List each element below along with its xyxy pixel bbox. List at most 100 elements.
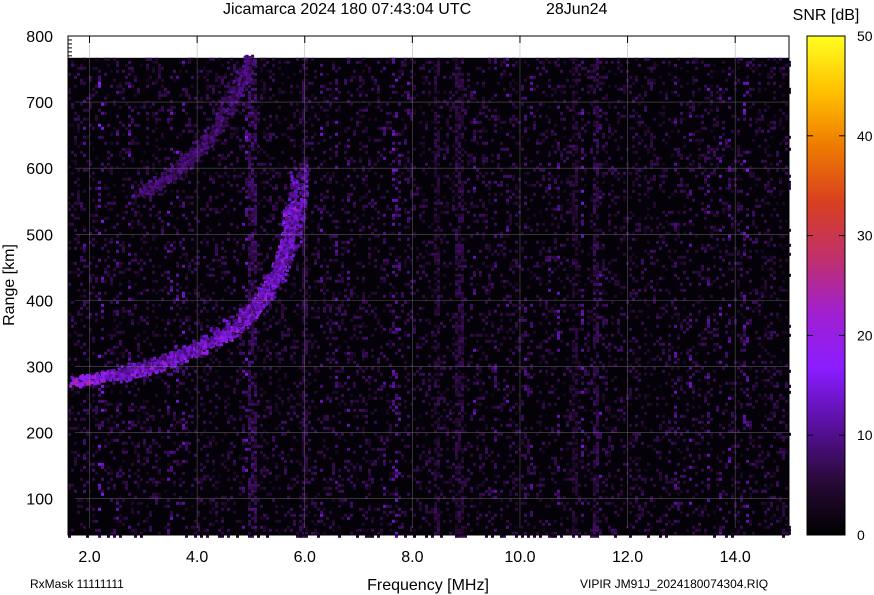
heatmap-cell <box>110 438 113 442</box>
heatmap-cell <box>446 264 449 268</box>
heatmap-cell <box>272 63 275 67</box>
heatmap-cell <box>83 246 86 250</box>
heatmap-cell <box>239 336 242 340</box>
heatmap-cell <box>248 360 251 364</box>
heatmap-cell <box>329 342 332 346</box>
heatmap-cell <box>392 129 395 133</box>
heatmap-cell <box>206 72 209 76</box>
heatmap-cell <box>230 132 233 136</box>
heatmap-cell <box>122 156 125 160</box>
heatmap-cell <box>254 198 257 202</box>
heatmap-cell <box>92 519 95 523</box>
heatmap-cell <box>431 456 434 460</box>
heatmap-cell <box>206 435 209 439</box>
heatmap-cell <box>383 213 386 217</box>
heatmap-cell <box>197 195 200 199</box>
heatmap-cell <box>374 420 377 424</box>
heatmap-cell <box>401 117 404 121</box>
heatmap-cell <box>269 213 272 217</box>
heatmap-cell <box>449 114 452 118</box>
heatmap-cell <box>311 306 314 310</box>
heatmap-cell <box>461 72 464 76</box>
heatmap-cell <box>215 381 218 385</box>
heatmap-cell <box>71 213 74 217</box>
heatmap-cell <box>245 102 248 106</box>
heatmap-cell <box>413 327 416 331</box>
heatmap-cell <box>326 72 329 76</box>
heatmap-cell <box>305 96 308 100</box>
heatmap-cell <box>458 264 461 268</box>
heatmap-cell <box>275 528 278 532</box>
heatmap-cell <box>437 354 440 358</box>
heatmap-cell <box>398 159 401 163</box>
heatmap-cell <box>434 339 437 343</box>
heatmap-cell <box>146 117 149 121</box>
heatmap-cell <box>455 261 458 265</box>
heatmap-cell <box>92 393 95 397</box>
heatmap-cell <box>341 207 344 211</box>
heatmap-cell <box>224 432 227 436</box>
heatmap-cell <box>230 162 233 166</box>
heatmap-cell <box>224 270 227 274</box>
heatmap-cell <box>143 456 146 460</box>
heatmap-cell <box>116 249 119 253</box>
heatmap-cell <box>431 423 434 427</box>
heatmap-cell <box>356 87 359 91</box>
heatmap-cell <box>260 66 263 70</box>
heatmap-cell <box>254 420 257 424</box>
heatmap-cell <box>74 489 77 493</box>
heatmap-cell <box>137 420 140 424</box>
heatmap-cell <box>428 393 431 397</box>
heatmap-cell <box>92 171 95 175</box>
heatmap-cell <box>359 120 362 124</box>
heatmap-cell <box>347 174 350 178</box>
heatmap-cell <box>434 309 437 313</box>
heatmap-cell <box>128 525 131 529</box>
heatmap-cell <box>275 510 278 514</box>
heatmap-cell <box>203 75 206 79</box>
heatmap-cell <box>257 330 260 334</box>
heatmap-cell <box>113 420 116 424</box>
heatmap-cell <box>134 135 137 139</box>
heatmap-cell <box>455 57 458 61</box>
heatmap-cell <box>173 156 176 160</box>
heatmap-cell <box>428 480 431 484</box>
heatmap-cell <box>320 264 323 268</box>
heatmap-cell <box>458 279 461 283</box>
heatmap-cell <box>155 126 158 130</box>
heatmap-cell <box>164 399 167 403</box>
heatmap-cell <box>119 90 122 94</box>
heatmap-cell <box>191 483 194 487</box>
heatmap-cell <box>458 384 461 388</box>
heatmap-cell <box>458 513 461 517</box>
heatmap-cell <box>365 483 368 487</box>
heatmap-cell <box>83 342 86 346</box>
heatmap-cell <box>227 456 230 460</box>
heatmap-cell <box>368 387 371 391</box>
heatmap-cell <box>128 147 131 151</box>
heatmap-cell <box>74 153 77 157</box>
heatmap-cell <box>308 156 311 160</box>
heatmap-cell <box>161 78 164 82</box>
chart-title: Jicamarca 2024 180 07:43:04 UTC <box>223 1 471 18</box>
heatmap-cell <box>434 474 437 478</box>
heatmap-cell <box>95 471 98 475</box>
heatmap-cell <box>296 261 299 265</box>
heatmap-cell <box>458 258 461 262</box>
heatmap-cell <box>167 270 170 274</box>
heatmap-cell <box>215 411 218 415</box>
heatmap-cell <box>434 324 437 328</box>
heatmap-cell <box>251 237 254 241</box>
heatmap-cell <box>152 204 155 208</box>
heatmap-cell <box>137 501 140 505</box>
heatmap-cell <box>107 471 110 475</box>
heatmap-cell <box>203 66 206 70</box>
heatmap-cell <box>224 501 227 505</box>
heatmap-cell <box>434 402 437 406</box>
heatmap-cell <box>113 201 116 205</box>
heatmap-cell <box>434 219 437 223</box>
heatmap-cell <box>437 216 440 220</box>
heatmap-cell <box>254 498 257 502</box>
heatmap-cell <box>329 258 332 262</box>
heatmap-cell <box>281 216 284 220</box>
